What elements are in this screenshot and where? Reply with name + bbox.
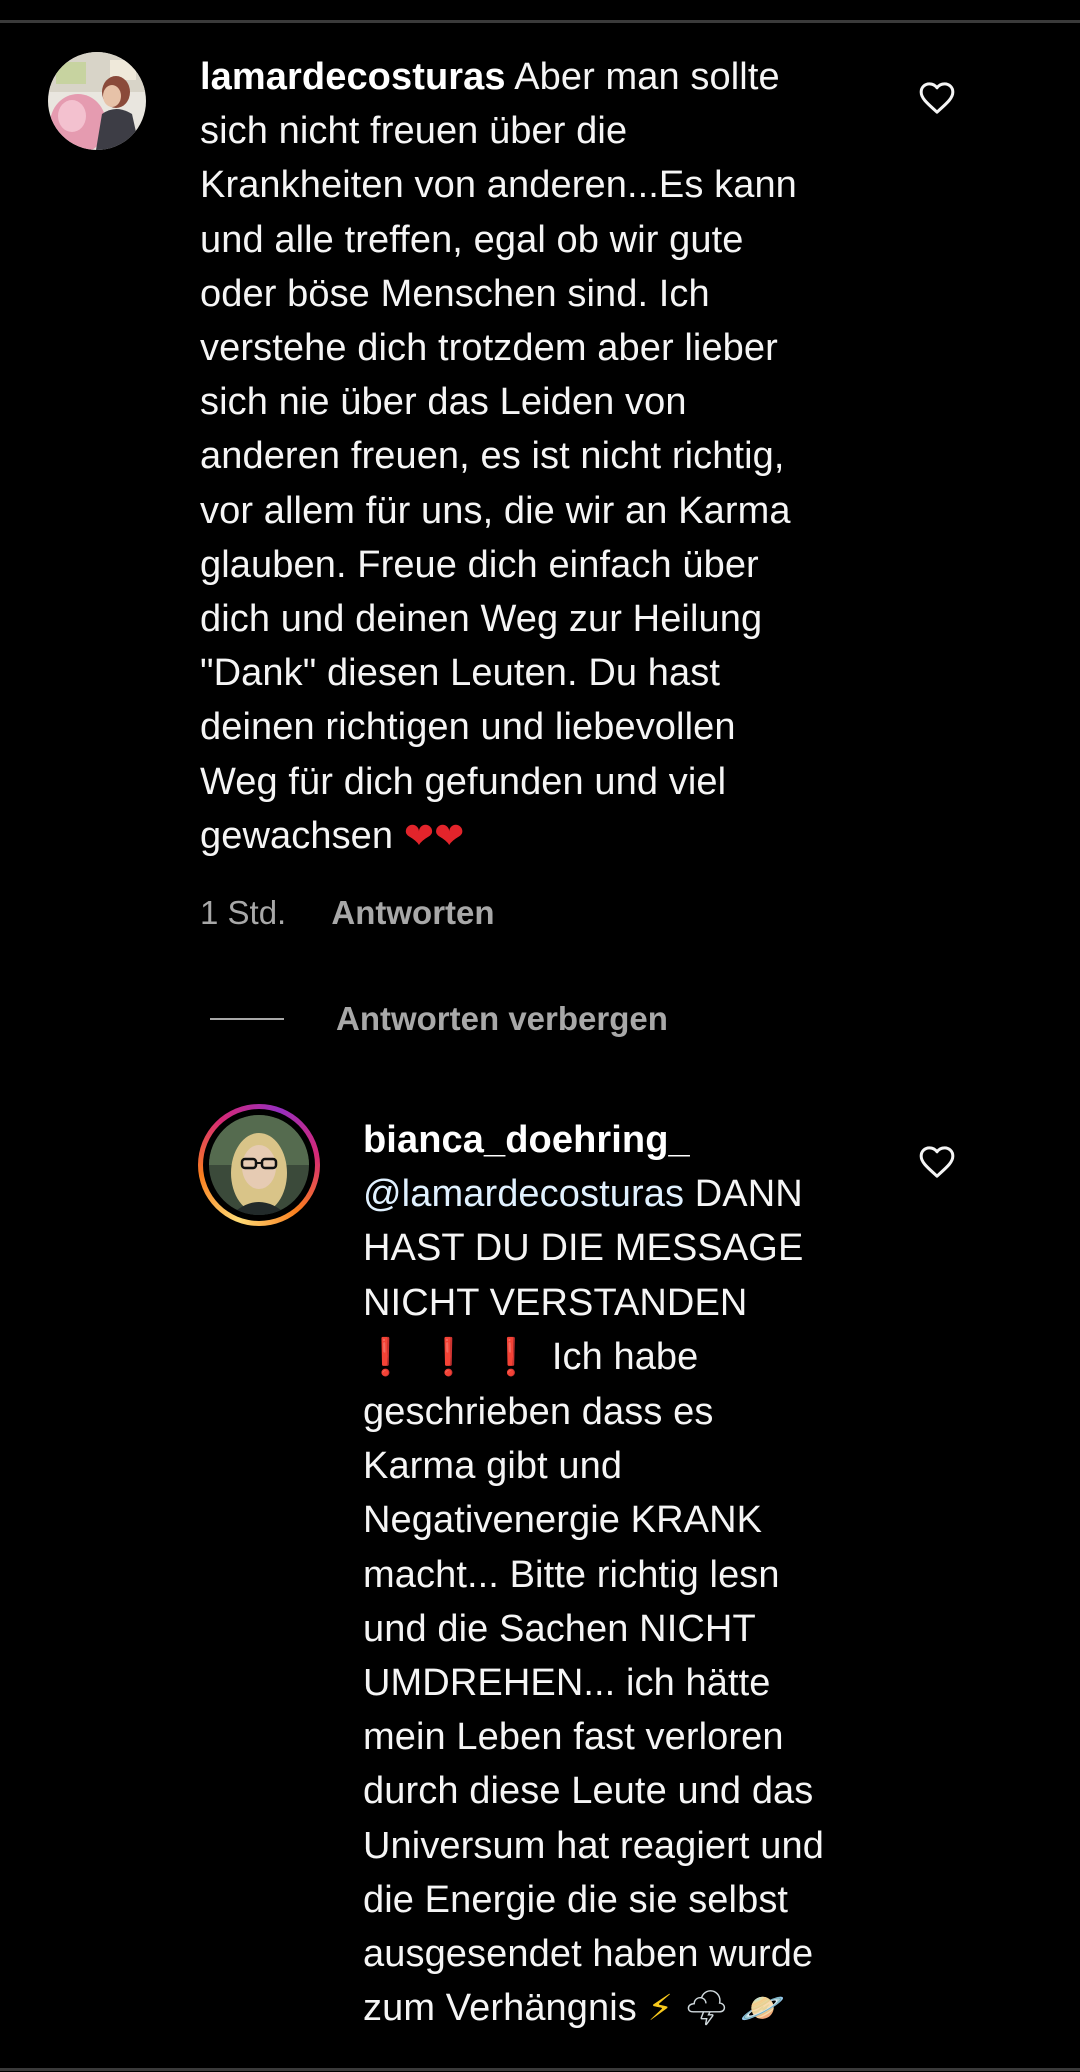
comment-line: verstehe dich trotzdem aber lieber — [200, 327, 778, 370]
exclamation-emoji: ❗ — [488, 1336, 534, 1378]
reply-button[interactable]: Antworten — [331, 890, 494, 936]
comment-line: geschrieben dass es — [363, 1391, 714, 1434]
comment-timestamp: 1 Std. — [200, 894, 287, 931]
comment-line: Negativenergie KRANK — [363, 1499, 763, 1542]
comment-line: @lamardecosturas DANN — [363, 1167, 893, 1221]
avatar-bianca-doehring[interactable] — [209, 1115, 309, 1215]
comment-line: ❗ ❗ ❗ Ich habe — [363, 1330, 893, 1385]
comment-meta: 1 Std. Antworten — [200, 890, 495, 936]
lightning-emoji: ⚡ — [647, 1988, 673, 2030]
comment-line: deinen richtigen und liebevollen — [200, 706, 736, 749]
comment-line: Karma gibt und — [363, 1445, 623, 1488]
comment-line: durch diese Leute und das — [363, 1770, 814, 1813]
like-button[interactable] — [917, 1142, 957, 1182]
storm-cloud-emoji: 🌩 — [683, 1988, 730, 2030]
comment-line: glauben. Freue dich einfach über — [200, 543, 759, 586]
comment-line: sich nicht freuen über die — [200, 110, 628, 153]
avatar-lamardecosturas[interactable] — [48, 52, 146, 150]
comment-line: oder böse Menschen sind. Ich — [200, 272, 710, 315]
story-ring[interactable] — [198, 1104, 320, 1226]
comment-line: UMDREHEN... ich hätte — [363, 1662, 771, 1705]
comment-line: vor allem für uns, die wir an Karma — [200, 489, 791, 532]
comment-body: lamardecosturas Aber man sollte sich nic… — [200, 50, 880, 864]
comment-line: und alle treffen, egal ob wir gute — [200, 218, 744, 261]
reply-body: bianca_doehring_ @lamardecosturas DANN H… — [363, 1113, 893, 2036]
comment-text: zum Verhängnis — [363, 1987, 637, 2030]
hide-replies-button[interactable]: Antworten verbergen — [210, 996, 668, 1042]
avatar-photo — [48, 52, 146, 150]
heart-outline-icon — [919, 82, 955, 114]
comment-line: HAST DU DIE MESSAGE — [363, 1227, 804, 1270]
top-divider — [0, 20, 1080, 23]
comment-line: Universum hat reagiert und — [363, 1824, 824, 1867]
comment-line: lamardecosturas Aber man sollte — [200, 50, 880, 104]
heart-outline-icon — [919, 1146, 955, 1178]
comment-line: Weg für dich gefunden und viel — [200, 760, 727, 803]
comment-text: Aber man sollte — [514, 56, 780, 98]
like-button[interactable] — [917, 78, 957, 118]
comment-line: sich nie über das Leiden von — [200, 381, 687, 424]
bottom-divider — [0, 2068, 1080, 2071]
comment-line: Krankheiten von anderen...Es kann — [200, 164, 797, 207]
comment-line: "Dank" diesen Leuten. Du hast — [200, 652, 720, 695]
comment-line: anderen freuen, es ist nicht richtig, — [200, 435, 785, 478]
comment-text: gewachsen — [200, 814, 394, 857]
comment-username[interactable]: bianca_doehring_ — [363, 1119, 690, 1161]
comment-line: mein Leben fast verloren — [363, 1716, 784, 1759]
comment-line: zum Verhängnis ⚡ 🌩 🪐 — [363, 1981, 893, 2036]
exclamation-emoji: ❗ — [363, 1336, 408, 1378]
mention-link[interactable]: @lamardecosturas — [363, 1173, 684, 1215]
comment-line: NICHT VERSTANDEN — [363, 1281, 748, 1324]
comment-username[interactable]: lamardecosturas — [200, 56, 506, 98]
comment-line: gewachsen ❤❤ — [200, 809, 880, 864]
red-heart-emoji: ❤❤ — [403, 815, 465, 857]
comment-line: ausgesendet haben wurde — [363, 1933, 814, 1976]
avatar-photo — [209, 1115, 309, 1215]
comment-line: bianca_doehring_ — [363, 1113, 893, 1167]
comment-line: macht... Bitte richtig lesn — [363, 1553, 780, 1596]
ringed-planet-emoji: 🪐 — [740, 1988, 786, 2030]
exclamation-emoji: ❗ — [425, 1336, 471, 1378]
comment-line: und die Sachen NICHT — [363, 1607, 756, 1650]
comment-text: DANN — [694, 1173, 803, 1216]
comment-text: Ich habe — [551, 1335, 699, 1378]
hide-replies-label: Antworten verbergen — [336, 1000, 668, 1037]
replies-divider-line — [210, 1018, 284, 1020]
comment-line: dich und deinen Weg zur Heilung — [200, 598, 763, 641]
comment-line: die Energie die sie selbst — [363, 1878, 789, 1921]
